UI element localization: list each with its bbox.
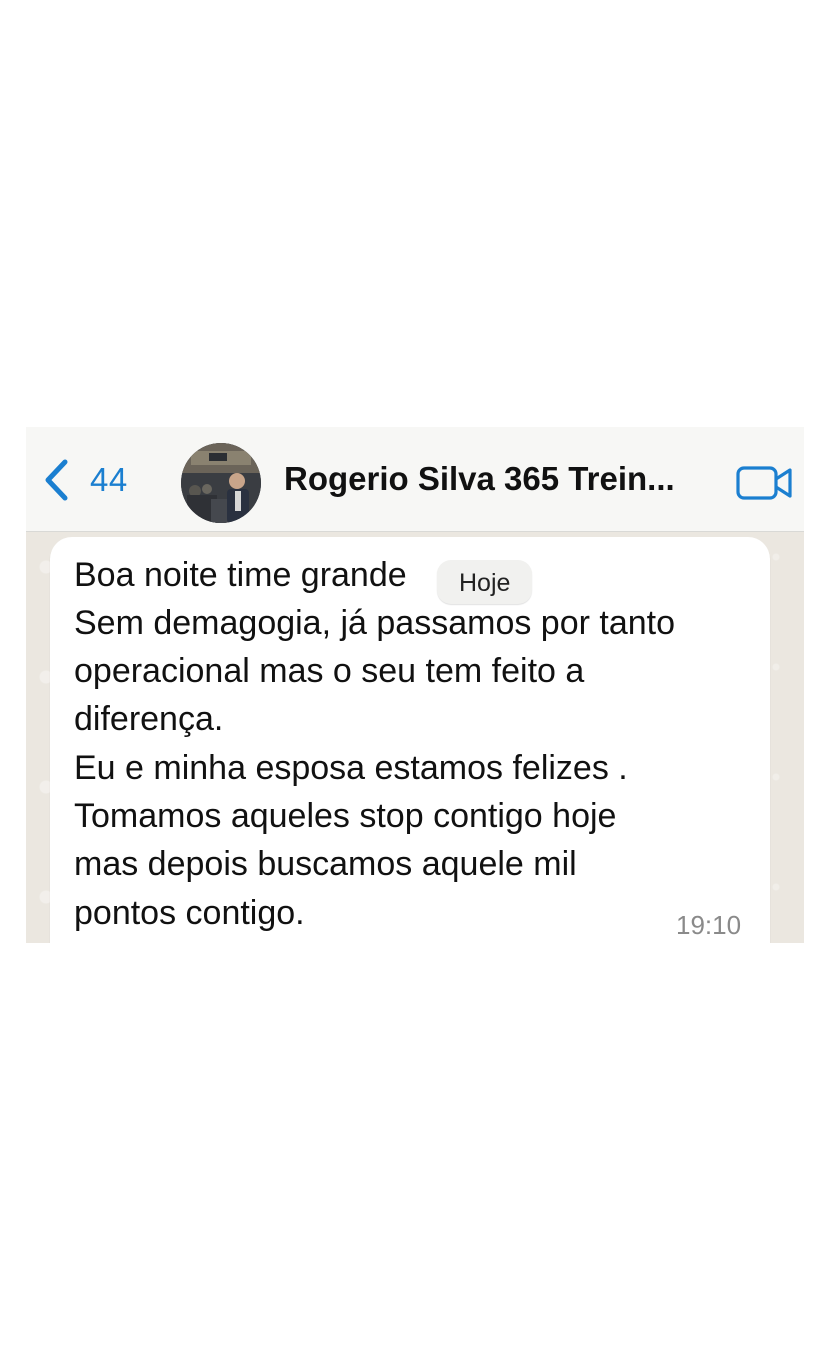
message-line: diferença. (74, 700, 224, 738)
message-line: operacional mas o seu tem feito a (74, 652, 585, 690)
date-separator-chip: Hoje (437, 560, 533, 604)
page: 44 Rogerio Silva 365 Trein... Boa noite … (0, 0, 830, 1370)
video-camera-icon (736, 466, 792, 500)
chat-screen: 44 Rogerio Silva 365 Trein... Boa noite … (26, 427, 804, 943)
contact-avatar[interactable] (181, 443, 261, 523)
chat-header: 44 Rogerio Silva 365 Trein... (26, 427, 804, 532)
back-button[interactable]: 44 (40, 457, 128, 503)
message-line: Boa noite time grande (74, 556, 407, 594)
message-bubble[interactable]: Boa noite time grande Sem demagogia, já … (50, 537, 770, 943)
message-line: Sem demagogia, já passamos por tanto (74, 604, 676, 642)
message-line: mas depois buscamos aquele mil (74, 845, 577, 883)
contact-name[interactable]: Rogerio Silva 365 Trein... (284, 460, 714, 498)
message-line: pontos contigo. (74, 894, 305, 932)
video-call-button[interactable] (736, 465, 794, 501)
chevron-left-icon (45, 459, 68, 501)
avatar-photo (181, 443, 261, 523)
message-line: Eu e minha esposa estamos felizes . (74, 749, 628, 787)
unread-count: 44 (90, 461, 128, 498)
message-line: Tomamos aqueles stop contigo hoje (74, 797, 617, 835)
message-timestamp: 19:10 (676, 910, 742, 940)
